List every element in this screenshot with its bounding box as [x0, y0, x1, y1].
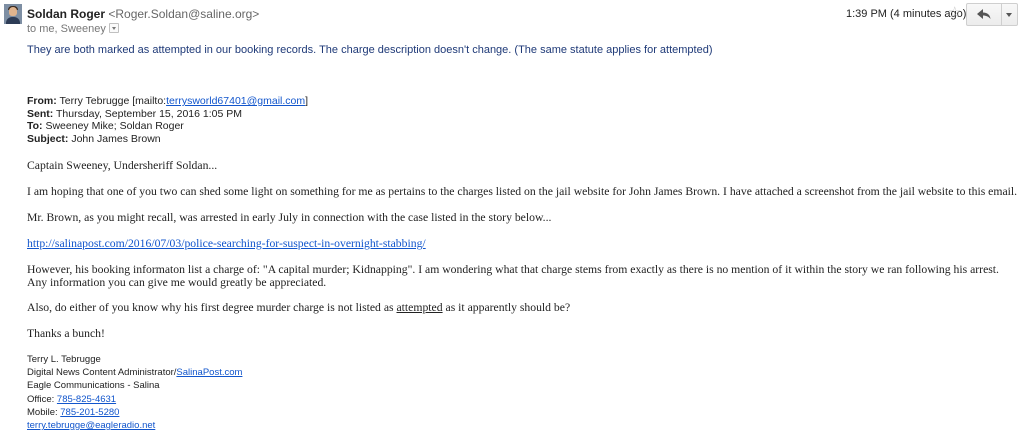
body-greeting: Captain Sweeney, Undersheriff Soldan... [27, 159, 218, 172]
attempted-underlined: attempted [396, 301, 443, 314]
signature-email-link[interactable]: terry.tebrugge@eagleradio.net [27, 420, 155, 431]
signature-title: Digital News Content Administrator/Salin… [27, 366, 242, 379]
to-label: To: [27, 120, 43, 132]
avatar-body [6, 17, 20, 24]
sent-label: Sent: [27, 107, 54, 120]
subject-value: John James Brown [71, 132, 161, 145]
avatar-face [9, 7, 17, 16]
sent-value: Thursday, September 15, 2016 1:05 PM [55, 107, 242, 120]
office-label: Office: [27, 393, 57, 405]
body-paragraph-3-line-2: Any information you can give me would gr… [27, 276, 327, 289]
more-options-button[interactable] [1002, 4, 1017, 25]
sender-email: <Roger.Soldan@saline.org> [108, 7, 260, 21]
recipients-text: to me, Sweeney [27, 23, 106, 35]
from-value: Terry Tebrugge [mailto: [59, 95, 167, 107]
story-link[interactable]: http://salinapost.com/2016/07/03/police-… [27, 237, 426, 250]
signature-company: Eagle Communications - Salina [27, 380, 160, 392]
signature-office: Office: 785-825-4631 [27, 393, 242, 406]
body-paragraph-3-line-1: However, his booking informaton list a c… [27, 263, 999, 276]
salinapost-link[interactable]: SalinaPost.com [176, 367, 242, 378]
from-label: From: [27, 95, 57, 107]
recipients-line: to me, Sweeney [27, 23, 119, 36]
details-dropdown-icon[interactable] [108, 23, 119, 33]
reply-button[interactable] [967, 4, 1002, 25]
avatar[interactable] [4, 4, 22, 24]
quoted-sent: Sent: Thursday, September 15, 2016 1:05 … [27, 108, 308, 121]
sender-line: Soldan Roger <Roger.Soldan@saline.org> [27, 7, 259, 21]
mobile-phone-link[interactable]: 785-201-5280 [60, 407, 119, 418]
signature-mobile: Mobile: 785-201-5280 [27, 406, 242, 419]
story-link-line: http://salinapost.com/2016/07/03/police-… [27, 237, 426, 250]
reply-intro-text: They are both marked as attempted in our… [27, 44, 713, 56]
subject-label: Subject: [27, 132, 69, 145]
quoted-subject: Subject: John James Brown [27, 133, 308, 146]
quoted-from: From: Terry Tebrugge [mailto:terrysworld… [27, 95, 308, 108]
body-paragraph-4: Also, do either of you know why his firs… [27, 301, 570, 314]
star-icon[interactable]: ☆ [948, 5, 961, 21]
quoted-to: To: Sweeney Mike; Soldan Roger [27, 120, 308, 133]
quoted-header: From: Terry Tebrugge [mailto:terrysworld… [27, 95, 308, 145]
mobile-label: Mobile: [27, 406, 61, 418]
signature-block: Terry L. Tebrugge Digital News Content A… [27, 353, 242, 432]
p4-text-end: as it apparently should be? [442, 301, 571, 314]
to-value: Sweeney Mike; Soldan Roger [45, 120, 184, 132]
body-paragraph-1: I am hoping that one of you two can shed… [27, 185, 1018, 198]
from-close-bracket: ] [305, 95, 309, 107]
signature-email: terry.tebrugge@eagleradio.net [27, 419, 242, 432]
signature-title-text: Digital News Content Administrator/ [27, 367, 177, 379]
reply-arrow-icon [977, 9, 991, 19]
sender-name[interactable]: Soldan Roger [27, 7, 105, 21]
signature-name: Terry L. Tebrugge [27, 354, 101, 365]
from-email-link[interactable]: terrysworld67401@gmail.com [166, 95, 305, 107]
body-thanks: Thanks a bunch! [27, 327, 105, 340]
p4-text-start: Also, do either of you know why his firs… [27, 301, 397, 314]
reply-button-group [966, 3, 1018, 26]
office-phone-link[interactable]: 785-825-4631 [57, 394, 116, 405]
body-paragraph-2: Mr. Brown, as you might recall, was arre… [27, 211, 552, 224]
